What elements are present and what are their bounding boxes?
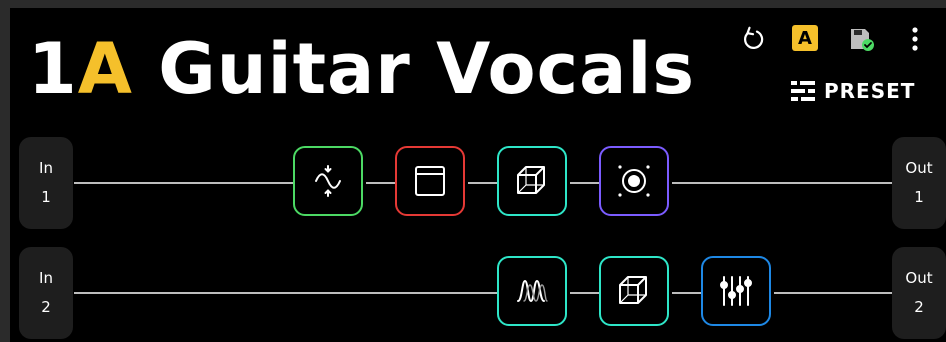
- wah-block[interactable]: [293, 146, 363, 216]
- preset-button[interactable]: PRESET: [790, 78, 915, 104]
- input-label: In: [39, 269, 53, 287]
- preset-title: 1A Guitar Vocals: [28, 26, 695, 112]
- more-options-button[interactable]: [905, 24, 925, 54]
- cab-block[interactable]: [599, 256, 669, 326]
- reverb-icon: [517, 279, 548, 303]
- preset-number: 1: [28, 28, 78, 110]
- output-number: 1: [914, 188, 924, 206]
- speaker-icon: [618, 165, 650, 197]
- snapshot-a-button[interactable]: A: [792, 25, 818, 51]
- more-vertical-icon: [912, 27, 918, 51]
- input-label: In: [39, 159, 53, 177]
- preset-label: PRESET: [824, 79, 916, 103]
- input-number: 1: [41, 188, 51, 206]
- cab-block[interactable]: [497, 146, 567, 216]
- undo-button[interactable]: [738, 24, 768, 54]
- eq-icon: [720, 276, 752, 306]
- cab-icon: [517, 166, 545, 194]
- signal-wire: [672, 182, 894, 184]
- signal-wire: [570, 292, 600, 294]
- reverb-block[interactable]: [497, 256, 567, 326]
- preset-letter: A: [77, 28, 133, 110]
- amp-icon: [415, 166, 445, 196]
- speaker-block[interactable]: [599, 146, 669, 216]
- preset-list-icon: [791, 81, 815, 101]
- input-2[interactable]: In 2: [19, 247, 73, 339]
- undo-icon: [744, 26, 764, 49]
- output-1[interactable]: Out 1: [892, 137, 946, 229]
- eq-block[interactable]: [701, 256, 771, 326]
- input-number: 2: [41, 298, 51, 316]
- output-label: Out: [905, 269, 933, 287]
- signal-wire: [672, 292, 702, 294]
- wah-icon: [315, 165, 341, 197]
- output-2[interactable]: Out 2: [892, 247, 946, 339]
- save-icon: [851, 29, 874, 51]
- signal-wire: [570, 182, 600, 184]
- amp-block[interactable]: [395, 146, 465, 216]
- signal-wire: [74, 292, 498, 294]
- input-1[interactable]: In 1: [19, 137, 73, 229]
- output-number: 2: [914, 298, 924, 316]
- signal-wire: [366, 182, 396, 184]
- signal-wire: [468, 182, 498, 184]
- cab-icon: [619, 276, 647, 304]
- signal-wire: [774, 292, 894, 294]
- output-label: Out: [905, 159, 933, 177]
- signal-wire: [74, 182, 294, 184]
- save-button[interactable]: [847, 24, 877, 54]
- preset-name: Guitar Vocals: [158, 28, 695, 110]
